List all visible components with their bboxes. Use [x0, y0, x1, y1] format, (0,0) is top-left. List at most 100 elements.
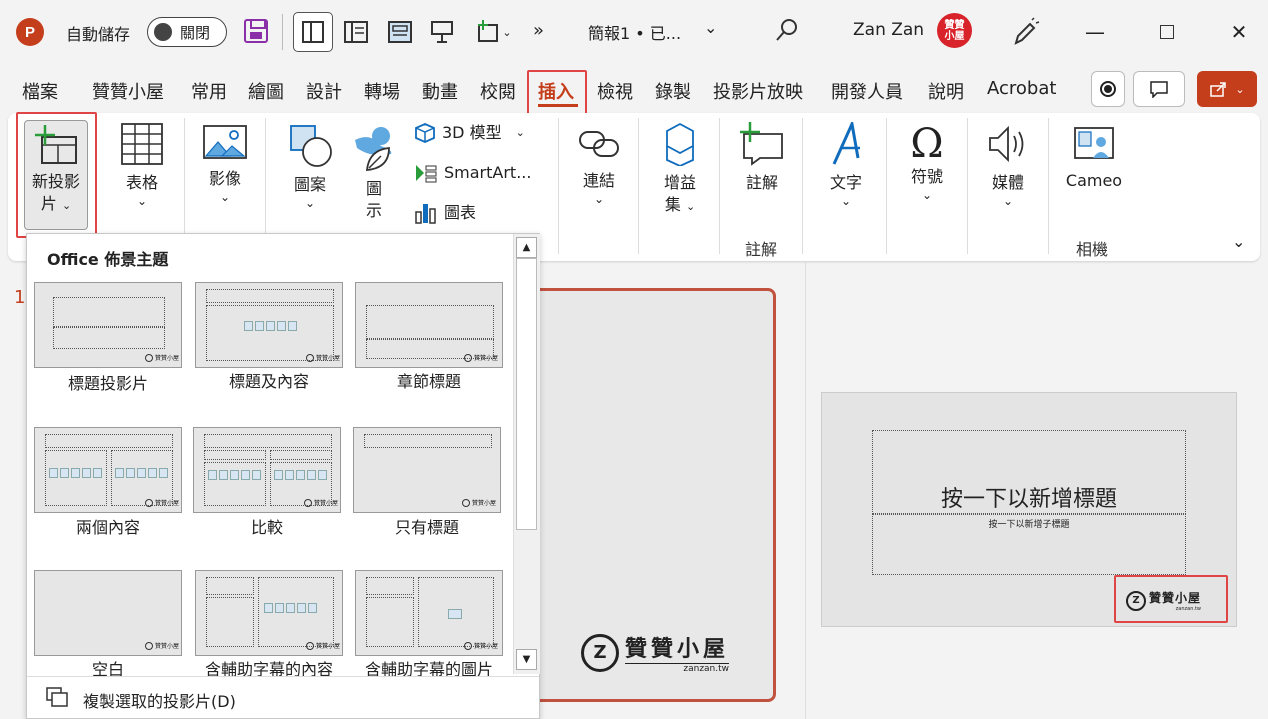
autosave-toggle[interactable]: 關閉: [147, 17, 227, 47]
chevron-down-icon: ⌄: [304, 196, 316, 210]
comments-button[interactable]: [1133, 71, 1185, 107]
chevron-down-icon[interactable]: ⌄: [704, 18, 717, 37]
comment-icon: [1150, 81, 1168, 98]
tab-developer[interactable]: 開發人員: [831, 78, 903, 104]
layout-normal-button[interactable]: [293, 12, 333, 52]
layout-gallery-title: Office 佈景主題: [47, 250, 169, 269]
scroll-up-button[interactable]: ▲: [516, 237, 537, 258]
close-button[interactable]: ✕: [1224, 17, 1254, 47]
pane-divider: [805, 262, 806, 719]
comment-label: 註解: [745, 173, 778, 192]
tab-transitions[interactable]: 轉場: [364, 78, 400, 104]
tab-help[interactable]: 說明: [928, 78, 964, 104]
text-button[interactable]: 文字 ⌄: [818, 118, 874, 208]
icons-button[interactable]: 圖 示: [348, 124, 400, 222]
ribbon-divider: [886, 118, 887, 254]
chart-button[interactable]: 圖表: [414, 202, 544, 224]
tab-home[interactable]: 常用: [191, 78, 227, 104]
new-slide-quick-button[interactable]: ⌄: [468, 12, 520, 52]
table-icon: [121, 123, 163, 165]
avatar-text: 贊贊 小屋: [944, 19, 965, 42]
ribbon-divider: [719, 118, 720, 254]
3d-model-button[interactable]: 3D 模型 ⌄: [414, 122, 544, 144]
tab-animations[interactable]: 動畫: [422, 78, 458, 104]
table-button[interactable]: 表格 ⌄: [112, 122, 172, 208]
document-title[interactable]: 簡報1 • 已...: [588, 20, 681, 44]
subtitle-placeholder-text: 按一下以新增子標題: [988, 520, 1070, 530]
link-label: 連結: [582, 171, 615, 190]
minimize-button[interactable]: —: [1080, 17, 1110, 47]
scroll-thumb[interactable]: [516, 258, 537, 530]
subtitle-placeholder[interactable]: 按一下以新增子標題: [872, 514, 1186, 575]
ribbon-collapse-chevron-icon[interactable]: ⌄: [1232, 232, 1245, 251]
icons-label-1: 圖: [365, 179, 382, 198]
chevron-down-icon: ⌄: [136, 194, 148, 208]
layout-label: 只有標題: [394, 518, 459, 537]
shapes-button[interactable]: 圖案 ⌄: [282, 124, 338, 210]
tab-acrobat[interactable]: Acrobat: [987, 78, 1056, 99]
tab-zanzan[interactable]: 贊贊小屋: [92, 78, 164, 104]
layout-section-header[interactable]: 贊贊小屋: [355, 282, 503, 368]
more-commands-icon[interactable]: »: [533, 20, 544, 41]
tab-view[interactable]: 檢視: [597, 78, 633, 104]
cameo-button[interactable]: Cameo: [1060, 124, 1128, 192]
title-placeholder-text: 按一下以新增標題: [940, 487, 1117, 512]
chevron-down-icon: ⌄: [502, 25, 512, 39]
chevron-down-icon: ⌄: [1002, 194, 1014, 208]
smartart-button[interactable]: SmartArt...: [414, 162, 544, 184]
share-button[interactable]: ⌄: [1197, 71, 1257, 107]
layout-two-content[interactable]: 贊贊小屋: [34, 427, 182, 513]
comment-button[interactable]: 註解: [734, 122, 790, 194]
layout-blank[interactable]: 贊贊小屋: [34, 570, 182, 656]
symbols-label: 符號: [910, 167, 943, 186]
layout-picture-with-caption[interactable]: 贊贊小屋: [355, 570, 503, 656]
link-button[interactable]: 連結 ⌄: [572, 124, 626, 206]
user-name[interactable]: Zan Zan: [853, 20, 924, 40]
presenter-icon: [431, 21, 453, 43]
avatar[interactable]: 贊贊 小屋: [937, 13, 972, 48]
layout-title-slide[interactable]: 贊贊小屋: [34, 282, 182, 368]
normal-view-icon: [302, 21, 324, 43]
media-button[interactable]: 媒體 ⌄: [980, 122, 1036, 208]
maximize-icon: [1160, 25, 1174, 39]
image-button[interactable]: 影像 ⌄: [196, 124, 254, 204]
layout-outline-button[interactable]: [336, 12, 376, 52]
slide-sorter-button[interactable]: [380, 12, 420, 52]
thumbnail-logo-url: zanzan.tw: [625, 663, 730, 674]
save-icon[interactable]: [244, 19, 268, 43]
duplicate-slide-item[interactable]: 複製選取的投影片(D): [83, 688, 236, 712]
group-label-comment: 註解: [745, 240, 778, 259]
tab-draw[interactable]: 繪圖: [248, 78, 284, 104]
symbols-button[interactable]: Ω 符號 ⌄: [898, 122, 956, 202]
record-button[interactable]: [1091, 71, 1125, 107]
record-icon: [1100, 81, 1116, 97]
image-label: 影像: [208, 169, 241, 188]
ribbon-divider: [967, 118, 968, 254]
tab-record[interactable]: 錄製: [655, 78, 691, 104]
presenter-button[interactable]: [422, 12, 462, 52]
slide-thumbnail[interactable]: Z 贊贊小屋 zanzan.tw: [518, 288, 776, 702]
thumbnail-logo: Z 贊贊小屋 zanzan.tw: [581, 631, 730, 674]
layout-title-only[interactable]: 贊贊小屋: [353, 427, 501, 513]
layout-title-content[interactable]: 贊贊小屋: [195, 282, 343, 368]
tab-slideshow[interactable]: 投影片放映: [713, 78, 803, 104]
tab-review[interactable]: 校閱: [480, 78, 516, 104]
title-placeholder[interactable]: 按一下以新增標題: [872, 430, 1186, 514]
ribbon-divider: [638, 118, 639, 254]
3d-model-label: 3D 模型: [442, 123, 502, 142]
scroll-down-button[interactable]: ▼: [516, 649, 537, 670]
chart-label: 圖表: [444, 203, 477, 222]
search-icon[interactable]: [775, 18, 799, 42]
addins-button[interactable]: 增益 集 ⌄: [652, 122, 708, 218]
tab-design[interactable]: 設計: [306, 78, 342, 104]
toggle-knob: [154, 23, 172, 41]
pen-icon[interactable]: [1010, 17, 1040, 47]
maximize-button[interactable]: [1152, 17, 1182, 47]
layout-comparison[interactable]: 贊贊小屋: [193, 427, 341, 513]
addins-icon: [666, 122, 694, 167]
layout-content-with-caption[interactable]: 贊贊小屋: [195, 570, 343, 656]
duplicate-slide-icon: [46, 687, 68, 707]
shapes-label: 圖案: [293, 175, 326, 194]
tab-file[interactable]: 檔案: [22, 78, 58, 104]
layout-label: 標題投影片: [67, 374, 148, 393]
